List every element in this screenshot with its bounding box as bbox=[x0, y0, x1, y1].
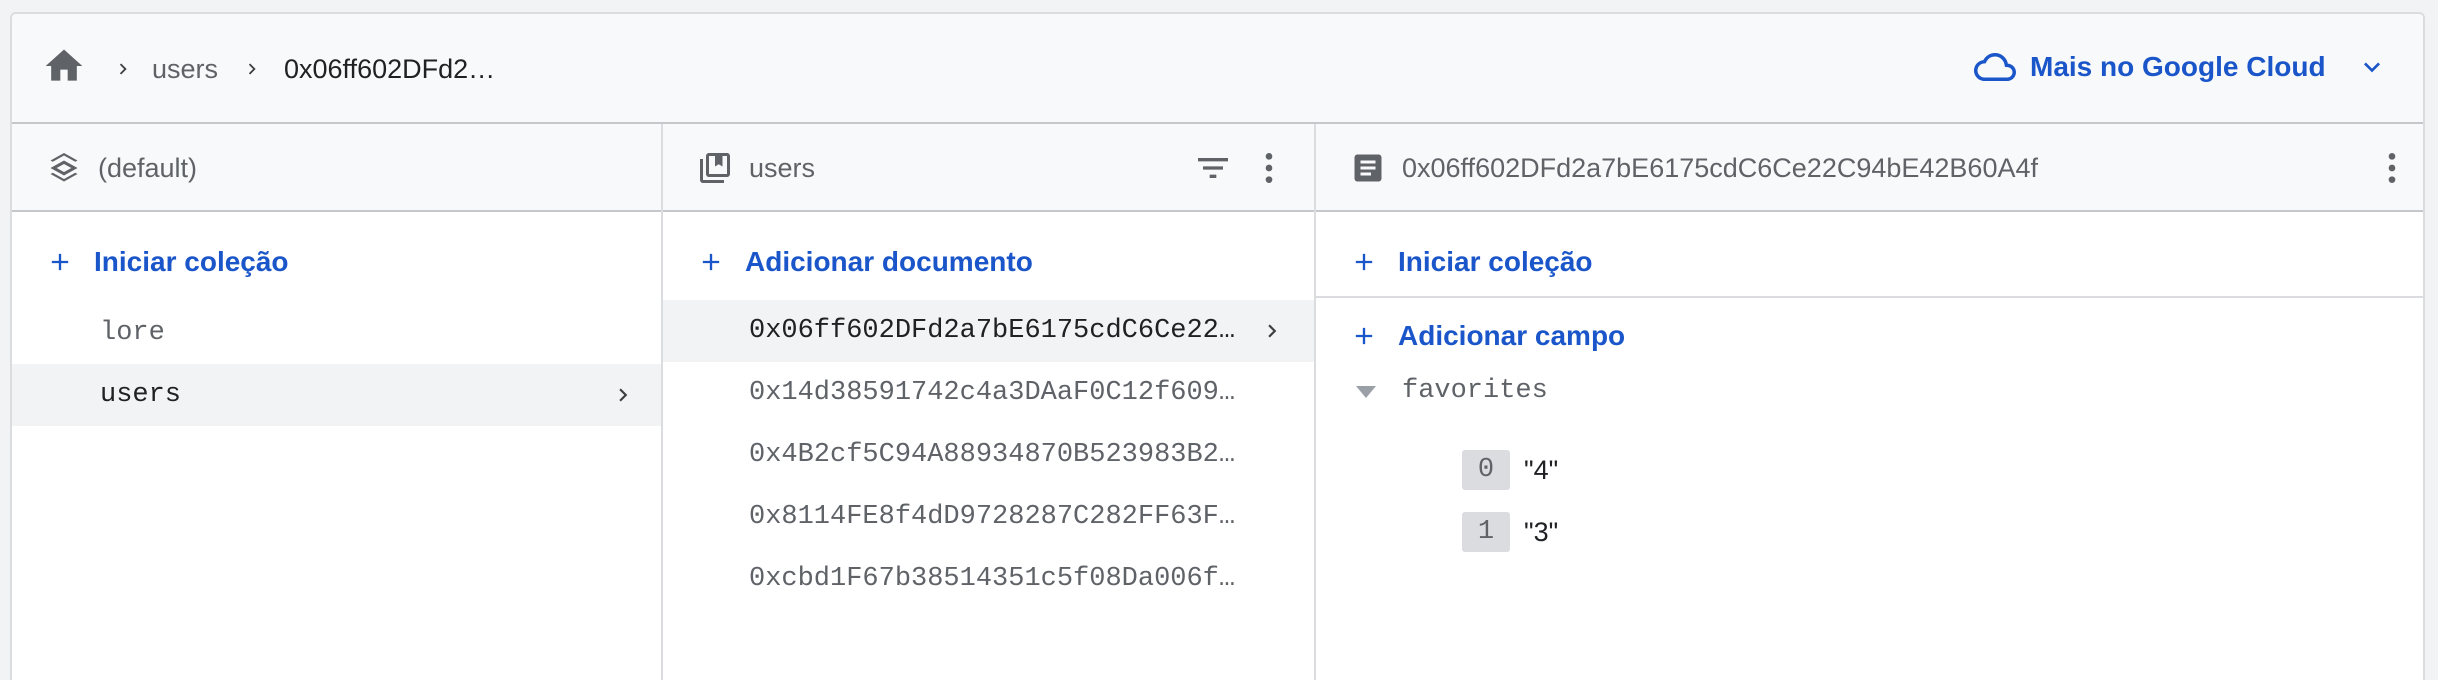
add-document-label: Adicionar documento bbox=[745, 246, 1033, 277]
root-panel-header: (default) bbox=[12, 124, 661, 212]
chevron-right-icon bbox=[248, 63, 256, 75]
add-field-button[interactable]: Adicionar campo bbox=[1350, 316, 1625, 356]
collection-item-lore[interactable]: lore bbox=[12, 302, 661, 364]
home-icon[interactable] bbox=[42, 44, 86, 88]
plus-icon bbox=[702, 253, 720, 271]
plus-icon bbox=[1355, 327, 1373, 345]
document-item[interactable]: 0xcbd1F67b38514351c5f08Da006f60000000000… bbox=[663, 548, 1314, 610]
array-value: "4" bbox=[1524, 454, 1559, 485]
array-value: "3" bbox=[1524, 516, 1559, 547]
breadcrumb-current-document[interactable]: 0x06ff602DFd2… bbox=[284, 52, 495, 86]
collection-item-label: lore bbox=[100, 318, 165, 348]
document-item[interactable]: 0x14d38591742c4a3DAaF0C12f6090aa00000000… bbox=[663, 362, 1314, 424]
more-vert-icon[interactable] bbox=[2372, 148, 2412, 188]
document-item-label: 0x8114FE8f4dD9728287C282FF63F50000000000… bbox=[749, 502, 1249, 532]
plus-icon bbox=[1355, 253, 1373, 271]
document-item[interactable]: 0x06ff602DFd2a7bE6175cdC6Ce22C94bE42B60A… bbox=[663, 300, 1314, 362]
chevron-right-icon bbox=[1268, 324, 1277, 338]
plus-icon bbox=[51, 253, 69, 271]
document-item[interactable]: 0x4B2cf5C94A88934870B523983B220000000000… bbox=[663, 424, 1314, 486]
document-panel-header: 0x06ff602DFd2a7bE6175cdC6Ce22C94bE42B60A… bbox=[1316, 124, 2423, 212]
chevron-down-icon[interactable] bbox=[2356, 51, 2388, 83]
document-item[interactable]: 0x8114FE8f4dD9728287C282FF63F50000000000… bbox=[663, 486, 1314, 548]
more-vert-icon[interactable] bbox=[1249, 148, 1289, 188]
filter-icon[interactable] bbox=[1193, 148, 1233, 188]
root-panel: (default) Iniciar coleção lore users bbox=[12, 124, 663, 680]
document-item-label: 0x14d38591742c4a3DAaF0C12f6090aa00000000… bbox=[749, 378, 1249, 408]
document-icon bbox=[1354, 154, 1382, 182]
array-entry: 0 "4" bbox=[1462, 450, 1558, 490]
cloud-icon bbox=[1974, 53, 2016, 81]
start-collection-button[interactable]: Iniciar coleção bbox=[46, 242, 289, 282]
google-cloud-link[interactable]: Mais no Google Cloud bbox=[1974, 44, 2402, 90]
database-icon bbox=[50, 153, 78, 182]
document-item-label: 0xcbd1F67b38514351c5f08Da006f60000000000… bbox=[749, 564, 1249, 594]
start-collection-label: Iniciar coleção bbox=[94, 246, 289, 277]
breadcrumb-users[interactable]: users bbox=[152, 52, 218, 86]
array-index: 0 bbox=[1462, 450, 1510, 490]
add-field-label: Adicionar campo bbox=[1398, 320, 1626, 351]
document-item-label: 0x4B2cf5C94A88934870B523983B220000000000… bbox=[749, 440, 1249, 470]
collection-item-users[interactable]: users bbox=[12, 364, 661, 426]
start-subcollection-label: Iniciar coleção bbox=[1398, 246, 1593, 277]
array-entry: 1 "3" bbox=[1462, 512, 1558, 552]
document-panel: 0x06ff602DFd2a7bE6175cdC6Ce22C94bE42B60A… bbox=[1316, 124, 2423, 680]
collection-item-label: users bbox=[100, 380, 182, 410]
collection-icon bbox=[700, 153, 730, 183]
collection-panel-title: users bbox=[749, 153, 816, 183]
collection-panel-header: users bbox=[663, 124, 1314, 212]
array-index: 1 bbox=[1462, 512, 1510, 552]
collection-panel: users Adicionar documento 0x06ff602DFd2a… bbox=[663, 124, 1316, 680]
chevron-right-icon bbox=[619, 388, 628, 402]
caret-down-icon[interactable] bbox=[1356, 386, 1376, 400]
root-panel-title: (default) bbox=[98, 153, 198, 183]
start-subcollection-button[interactable]: Iniciar coleção bbox=[1350, 242, 1593, 282]
field-name-favorites: favorites bbox=[1402, 376, 1548, 406]
document-item-label: 0x06ff602DFd2a7bE6175cdC6Ce22C94bE42B60A… bbox=[749, 316, 1249, 346]
document-panel-title: 0x06ff602DFd2a7bE6175cdC6Ce22C94bE42B60A… bbox=[1402, 153, 2038, 183]
breadcrumb: users 0x06ff602DFd2… Mais no Google Clou… bbox=[12, 14, 2423, 124]
divider bbox=[1316, 296, 2423, 298]
add-document-button[interactable]: Adicionar documento bbox=[697, 242, 1033, 282]
firestore-data-viewer: users 0x06ff602DFd2… Mais no Google Clou… bbox=[10, 12, 2425, 680]
chevron-right-icon bbox=[119, 63, 127, 75]
google-cloud-link-label: Mais no Google Cloud bbox=[2030, 51, 2326, 82]
